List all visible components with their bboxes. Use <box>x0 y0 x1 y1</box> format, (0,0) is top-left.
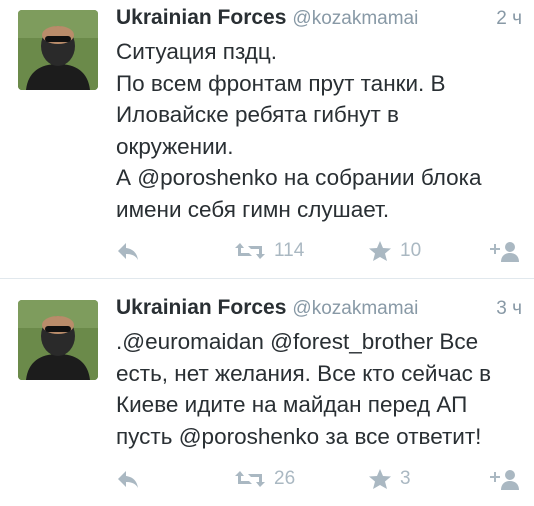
retweet-button[interactable]: 114 <box>234 236 304 266</box>
handle[interactable]: @kozakmamai <box>292 8 418 29</box>
follow-button[interactable] <box>488 464 522 494</box>
reply-icon <box>116 241 140 261</box>
avatar[interactable] <box>18 10 98 90</box>
tweet-line: .@euromaidan @forest_brother Все <box>116 329 479 354</box>
tweet-line: Ситуация пздц. <box>116 39 278 64</box>
tweet-actions: 114 10 <box>0 236 534 266</box>
retweet-icon <box>234 241 266 261</box>
retweet-icon <box>234 469 266 489</box>
display-name[interactable]: Ukrainian Forces <box>116 296 286 319</box>
follow-button[interactable] <box>488 236 522 266</box>
tweet-line: пусть @poroshenko за все ответит! <box>116 423 482 449</box>
favorite-star-icon <box>368 468 392 490</box>
avatar[interactable] <box>18 300 98 380</box>
tweet-line: А @poroshenko на собрании блока <box>116 165 482 190</box>
tweet-text: Ситуация пздц. По всем фронтам прут танк… <box>116 36 516 225</box>
tweet-header: Ukrainian Forces @kozakmamai <box>116 6 418 32</box>
favorite-star-icon <box>368 240 392 262</box>
tweet-header: Ukrainian Forces @kozakmamai <box>116 296 418 322</box>
reply-button[interactable] <box>116 464 140 494</box>
tweet-line: окружении. <box>116 133 234 159</box>
timestamp[interactable]: 2 ч <box>496 8 522 30</box>
display-name[interactable]: Ukrainian Forces <box>116 6 286 29</box>
tweet-line: имени себя гимн слушает. <box>116 196 390 222</box>
tweet-line: Киеве идите на майдан перед АП <box>116 392 468 417</box>
follow-icon <box>488 239 522 263</box>
tweet-text: .@euromaidan @forest_brother Все есть, н… <box>116 326 516 452</box>
tweet-line: По всем фронтам прут танки. В <box>116 70 446 96</box>
favorite-button[interactable]: 10 <box>368 236 421 266</box>
handle[interactable]: @kozakmamai <box>292 298 418 319</box>
reply-icon <box>116 469 140 489</box>
reply-button[interactable] <box>116 236 140 266</box>
retweet-count: 26 <box>274 468 296 489</box>
retweet-count: 114 <box>274 240 305 261</box>
timestamp[interactable]: 3 ч <box>496 298 522 320</box>
favorite-count: 3 <box>400 468 411 489</box>
tweet-actions: 26 3 <box>0 464 534 494</box>
retweet-button[interactable]: 26 <box>234 464 295 494</box>
tweet-line: Иловайске ребята гибнут в <box>116 102 399 127</box>
favorite-count: 10 <box>400 240 422 261</box>
follow-icon <box>488 467 522 491</box>
favorite-button[interactable]: 3 <box>368 464 411 494</box>
tweet-line: есть, нет желания. Все кто сейчас в <box>116 360 492 386</box>
